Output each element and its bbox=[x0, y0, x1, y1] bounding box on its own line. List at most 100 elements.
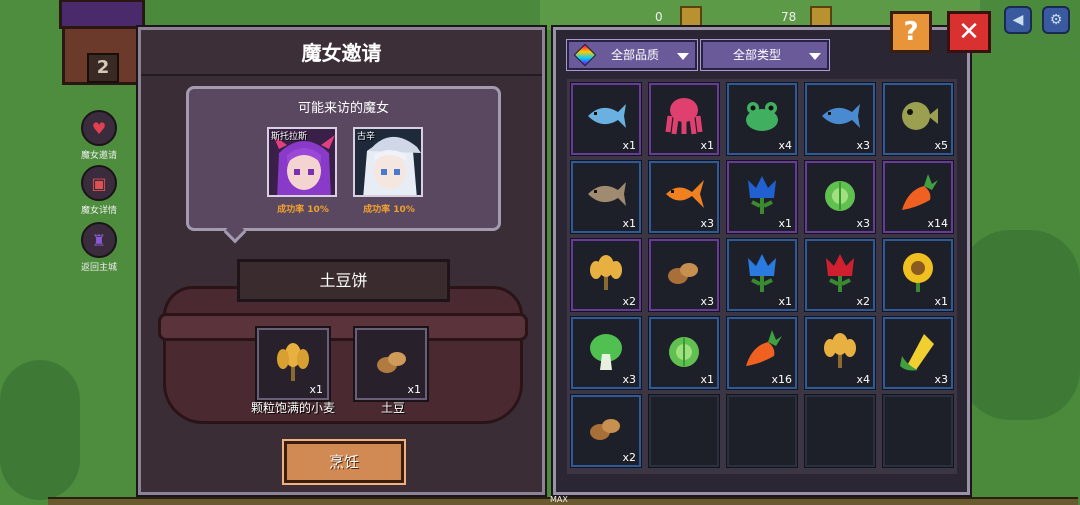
side-button-witch-details[interactable]: ▣ 魔女详情 bbox=[74, 165, 124, 216]
witch-name: 斯托拉斯 bbox=[271, 132, 308, 142]
side-button-label: 魔女详情 bbox=[80, 206, 117, 216]
ingredient-qty: x1 bbox=[407, 383, 421, 396]
witch-success-rate: 成功率 10% bbox=[277, 205, 329, 215]
witch-portrait: 古辛 bbox=[353, 127, 423, 197]
coin-icon bbox=[810, 6, 832, 28]
witch-name: 古辛 bbox=[357, 132, 376, 142]
witch-success-rate: 成功率 10% bbox=[363, 205, 415, 215]
type-filter-dropdown[interactable]: 全部类型 bbox=[700, 39, 830, 71]
castle-icon: ♜ bbox=[81, 222, 117, 258]
cauldron bbox=[158, 286, 528, 424]
item-qty: x2 bbox=[622, 451, 636, 464]
inventory-slot-empty[interactable] bbox=[804, 394, 876, 468]
octopus-icon bbox=[665, 97, 703, 134]
tree-canopy bbox=[0, 360, 80, 500]
possible-visitors-box: 可能来访的魔女 斯托拉斯 成功率 10% 古辛 成功率 10% bbox=[186, 86, 501, 244]
quality-filter-dropdown[interactable]: 全部品质 bbox=[566, 39, 698, 71]
cabbage-icon bbox=[825, 180, 855, 211]
house[interactable]: 2 bbox=[59, 0, 145, 85]
ingredient-qty: x1 bbox=[309, 383, 323, 396]
side-button-witch-invite[interactable]: ♥ 魔女邀请 bbox=[74, 110, 124, 161]
item-qty: x4 bbox=[778, 139, 792, 152]
ingredient-slot[interactable]: x1 bbox=[353, 326, 429, 402]
item-qty: x3 bbox=[700, 295, 714, 308]
fish-icon bbox=[588, 181, 626, 206]
speaker-icon: ◀ bbox=[1012, 12, 1024, 28]
inventory-slot[interactable]: x3 bbox=[648, 238, 720, 312]
side-button-return-city[interactable]: ♜ 返回主城 bbox=[74, 222, 124, 273]
inventory-slot[interactable]: x5 bbox=[882, 82, 954, 156]
inventory-slot-empty[interactable] bbox=[882, 394, 954, 468]
inventory-slot[interactable]: x1 bbox=[570, 160, 642, 234]
wheat-icon bbox=[824, 332, 856, 368]
inventory-slot[interactable]: x1 bbox=[648, 82, 720, 156]
bokchoy-icon bbox=[590, 333, 622, 370]
inventory-slot[interactable]: x1 bbox=[726, 238, 798, 312]
house-roof bbox=[59, 0, 145, 29]
close-icon: ✕ bbox=[958, 17, 980, 47]
inventory-slot[interactable]: x3 bbox=[804, 160, 876, 234]
resource-bar: 0 78 bbox=[575, 6, 895, 28]
carrot-icon bbox=[746, 329, 782, 366]
fish-icon bbox=[588, 103, 626, 128]
inventory-slot[interactable]: x1 bbox=[726, 160, 798, 234]
house-number: 2 bbox=[87, 53, 119, 83]
inventory-slot[interactable]: x2 bbox=[804, 238, 876, 312]
item-qty: x1 bbox=[934, 295, 948, 308]
wheat-icon bbox=[277, 342, 309, 381]
inventory-slot[interactable]: x3 bbox=[804, 82, 876, 156]
close-button[interactable]: ✕ bbox=[947, 11, 991, 53]
witch-invite-panel: 魔女邀请 可能来访的魔女 斯托拉斯 成功率 10% 古辛 成功率 10% 土豆饼… bbox=[136, 25, 547, 497]
gem-icon bbox=[573, 43, 597, 67]
pufferfish-icon bbox=[902, 101, 938, 130]
inventory-slot-empty[interactable] bbox=[648, 394, 720, 468]
inventory-panel: 全部品质 全部类型 x1 x1 x4 x3 x5 x1 x3 x1 x3 x14 x2 x3 x1 x2 x… bbox=[551, 25, 972, 497]
chevron-down-icon bbox=[809, 53, 821, 60]
inventory-slot[interactable]: x3 bbox=[570, 316, 642, 390]
corn-icon bbox=[900, 333, 934, 371]
settings-button[interactable]: ⚙ bbox=[1042, 6, 1070, 34]
help-button[interactable]: ? bbox=[890, 11, 932, 53]
inventory-slot[interactable]: x16 bbox=[726, 316, 798, 390]
witch-card[interactable]: 古辛 成功率 10% bbox=[353, 127, 425, 215]
item-qty: x1 bbox=[622, 217, 636, 230]
item-qty: x4 bbox=[856, 373, 870, 386]
coin-icon bbox=[680, 6, 702, 28]
side-button-label: 返回主城 bbox=[80, 263, 117, 273]
inventory-slot[interactable]: x2 bbox=[570, 238, 642, 312]
item-qty: x3 bbox=[856, 217, 870, 230]
inventory-grid: x1 x1 x4 x3 x5 x1 x3 x1 x3 x14 x2 x3 x1 x2 x1 x3 x1 x16 x4… bbox=[567, 79, 957, 474]
ingredient-slot[interactable]: x1 bbox=[255, 326, 331, 402]
witch-portrait: 斯托拉斯 bbox=[267, 127, 337, 197]
speaker-button[interactable]: ◀ bbox=[1004, 6, 1032, 34]
inventory-slot-empty[interactable] bbox=[726, 394, 798, 468]
ingredient-label: 颗粒饱满的小麦 bbox=[250, 401, 335, 415]
witch-card[interactable]: 斯托拉斯 成功率 10% bbox=[267, 127, 339, 215]
wheat-icon bbox=[590, 254, 622, 290]
inventory-slot[interactable]: x3 bbox=[648, 160, 720, 234]
carrot-icon bbox=[902, 173, 938, 210]
item-qty: x3 bbox=[622, 373, 636, 386]
inventory-slot[interactable]: x1 bbox=[648, 316, 720, 390]
item-qty: x2 bbox=[622, 295, 636, 308]
fish-icon bbox=[822, 103, 860, 128]
chevron-down-icon bbox=[677, 53, 689, 60]
inventory-slot[interactable]: x4 bbox=[804, 316, 876, 390]
dish-name: 土豆饼 bbox=[237, 259, 450, 302]
inventory-slot[interactable]: x14 bbox=[882, 160, 954, 234]
quality-filter-label: 全部品质 bbox=[611, 48, 660, 62]
goldfish-icon bbox=[666, 179, 704, 208]
speech-tail bbox=[223, 220, 247, 244]
cook-button[interactable]: 烹饪 bbox=[282, 439, 406, 485]
potato-icon bbox=[668, 262, 698, 284]
visitors-title: 可能来访的魔女 bbox=[297, 101, 389, 116]
inventory-slot[interactable]: x1 bbox=[570, 82, 642, 156]
gift-icon: ▣ bbox=[81, 165, 117, 201]
inventory-slot[interactable]: x2 bbox=[570, 394, 642, 468]
inventory-slot[interactable]: x3 bbox=[882, 316, 954, 390]
item-qty: x16 bbox=[771, 373, 792, 386]
flower-icon bbox=[748, 253, 776, 292]
inventory-slot[interactable]: x4 bbox=[726, 82, 798, 156]
frog-icon bbox=[746, 101, 778, 131]
inventory-slot[interactable]: x1 bbox=[882, 238, 954, 312]
